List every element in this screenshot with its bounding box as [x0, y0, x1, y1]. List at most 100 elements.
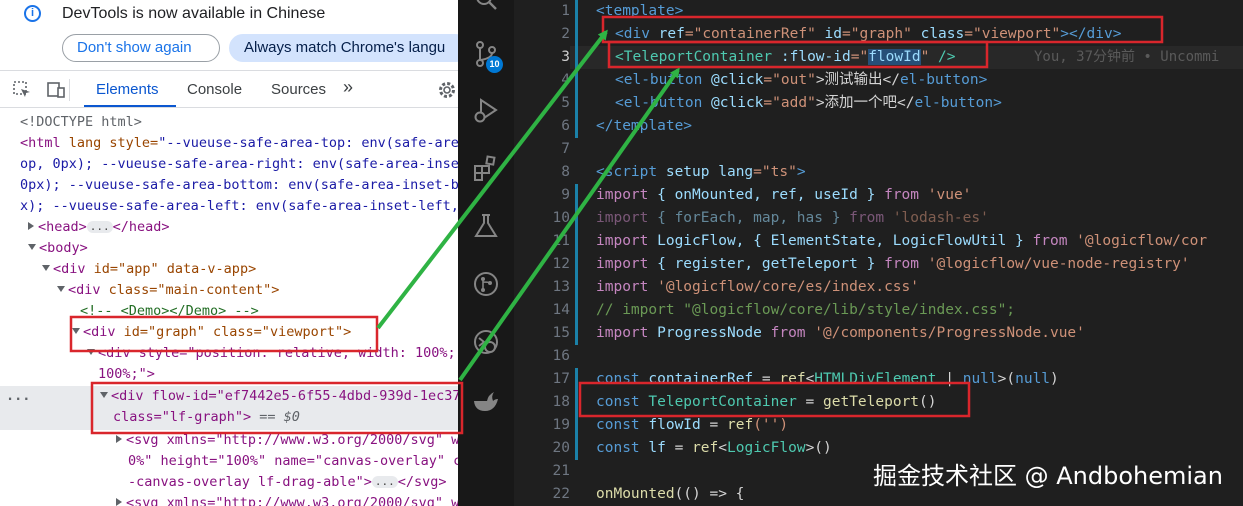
flow-div-node[interactable]: <div flow-id="ef7442e5-6f55-4dbd-939d-1e…	[100, 386, 458, 407]
collapse-triangle-icon[interactable]	[87, 349, 95, 355]
code-line-5: <el-button @click="add">添加一个吧</el-button…	[615, 95, 1002, 111]
flowid-highlight: flowId	[868, 49, 921, 65]
active-tab-indicator	[84, 105, 176, 107]
line-number: 17	[552, 371, 570, 387]
doctype-line: <!DOCTYPE html>	[20, 114, 142, 130]
line-number: 19	[552, 417, 570, 433]
html-node[interactable]: <html lang style="--vueuse-safe-area-top…	[20, 133, 458, 154]
remote-explorer-icon[interactable]	[472, 328, 500, 356]
activity-bar: 10	[458, 0, 514, 506]
line-number-gutter: 1 2 3 4 5 6 7 8 9 10 11 12 13 14 15 16 1…	[514, 0, 570, 506]
app-div-node[interactable]: <div id="app" data-v-app>	[42, 259, 256, 280]
line-number: 1	[561, 3, 570, 19]
git-graph-icon[interactable]	[472, 270, 500, 298]
line-number: 21	[552, 463, 570, 479]
git-modified-gutter	[575, 184, 578, 345]
code-line-14: // import "@logicflow/core/lib/style/ind…	[596, 302, 1016, 318]
code-line-6: </template>	[596, 118, 693, 134]
line-number: 4	[561, 72, 570, 88]
always-match-language-button[interactable]: Always match Chrome's langu	[229, 34, 458, 62]
inspect-element-icon[interactable]	[12, 80, 32, 100]
run-debug-icon[interactable]	[472, 96, 500, 124]
line-number: 8	[561, 164, 570, 180]
flow-div-line-2: class="lf-graph"> == $0	[113, 409, 300, 425]
collapse-triangle-icon[interactable]	[57, 286, 65, 292]
collapse-triangle-icon[interactable]	[28, 244, 36, 250]
ellipsis-badge: ...	[371, 476, 398, 488]
more-tabs-button[interactable]: »	[343, 78, 353, 96]
html-style-line-4: x); --vueuse-safe-area-left: env(safe-ar…	[20, 198, 458, 214]
head-node[interactable]: <head>... </head>	[28, 217, 170, 238]
node-menu-dots[interactable]: ...	[6, 386, 30, 407]
line-number: 18	[552, 394, 570, 410]
svg-overlay-line-2: 0%" height="100%" name="canvas-overlay" …	[128, 453, 458, 469]
graph-div-node[interactable]: <div id="graph" class="viewport">	[72, 322, 351, 343]
git-modified-gutter	[575, 368, 578, 460]
code-line-12: import { register, getTeleport } from '@…	[596, 256, 1190, 272]
collapse-triangle-icon[interactable]	[100, 392, 108, 398]
line-number: 16	[552, 348, 570, 364]
juejin-watermark: 掘金技术社区 @ Andbohemian	[873, 462, 1223, 490]
line-number: 5	[561, 95, 570, 111]
line-number: 3	[561, 49, 570, 65]
svg-overlay-node[interactable]: <svg xmlns="http://www.w3.org/2000/svg" …	[116, 430, 458, 451]
vscode-editor-window: 10 1 2 3 4 5 6 7 8 9 10 11 12 13 14 15 1…	[458, 0, 1243, 506]
line-number: 6	[561, 118, 570, 134]
line-number: 10	[552, 210, 570, 226]
dont-show-again-button[interactable]: Don't show again	[62, 34, 220, 62]
code-line-10: import { forEach, map, has } from 'lodas…	[596, 210, 989, 226]
expand-triangle-icon[interactable]	[116, 435, 122, 443]
comment-node: <!-- <Demo></Demo> -->	[80, 303, 259, 319]
code-line-18: const TeleportContainer = getTeleport()	[596, 394, 937, 410]
line-number: 15	[552, 325, 570, 341]
code-line-11: import LogicFlow, { ElementState, LogicF…	[596, 233, 1208, 249]
collapse-triangle-icon[interactable]	[42, 265, 50, 271]
html-style-line-2: op, 0px); --vueuse-safe-area-right: env(…	[20, 156, 458, 172]
testing-flask-icon[interactable]	[472, 212, 500, 240]
toolbar-divider	[69, 79, 70, 101]
line-number: 14	[552, 302, 570, 318]
code-line-1: <template>	[596, 3, 684, 19]
devtools-toolbar: Elements Console Sources »	[0, 70, 458, 108]
style-div-node[interactable]: <div style="position: relative; width: 1…	[87, 343, 456, 364]
ellipsis-badge: ...	[86, 221, 113, 233]
settings-gear-icon[interactable]	[437, 80, 457, 100]
elements-dom-tree: <!DOCTYPE html> <html lang style="--vueu…	[0, 110, 458, 506]
collapse-triangle-icon[interactable]	[72, 328, 80, 334]
line-number: 2	[561, 26, 570, 42]
code-line-20: const lf = ref<LogicFlow>()	[596, 440, 832, 456]
banner-message: DevTools is now available in Chinese	[62, 5, 326, 22]
info-icon: i	[24, 5, 41, 22]
code-line-22: onMounted(() => {	[596, 486, 745, 502]
line-number: 9	[561, 187, 570, 203]
search-icon[interactable]	[472, 0, 500, 14]
expand-triangle-icon[interactable]	[28, 222, 34, 230]
tab-elements[interactable]: Elements	[96, 81, 159, 99]
line-number: 7	[561, 141, 570, 157]
main-content-div-node[interactable]: <div class="main-content">	[57, 280, 279, 301]
svg-overlay-line-3: -canvas-overlay lf-drag-able">... </svg>	[128, 474, 447, 490]
device-toolbar-icon[interactable]	[46, 80, 66, 100]
code-line-8: <script setup lang="ts">	[596, 164, 806, 180]
code-editor[interactable]: <template> <div ref="containerRef" id="g…	[596, 0, 1243, 506]
body-node[interactable]: <body>	[28, 238, 88, 259]
extensions-icon[interactable]	[472, 154, 500, 182]
language-banner: i DevTools is now available in Chinese D…	[0, 0, 458, 68]
style-div-line-2: 100%;">	[98, 366, 155, 382]
expand-triangle-icon[interactable]	[116, 498, 122, 506]
code-line-4: <el-button @click="out">测试输出</el-button>	[615, 72, 988, 88]
git-blame-annotation: You, 37分钟前 • Uncommi	[1034, 49, 1220, 65]
code-line-2: <div ref="containerRef" id="graph" class…	[615, 26, 1122, 42]
code-line-17: const containerRef = ref<HTMLDivElement …	[596, 371, 1059, 387]
tab-console[interactable]: Console	[187, 81, 242, 99]
git-modified-gutter	[575, 0, 578, 138]
docker-whale-icon[interactable]	[472, 386, 500, 414]
code-line-9: import { onMounted, ref, useId } from 'v…	[596, 187, 972, 203]
line-number: 13	[552, 279, 570, 295]
line-number: 22	[552, 486, 570, 502]
line-number: 20	[552, 440, 570, 456]
source-control-badge: 10	[486, 56, 503, 73]
code-line-3: <TeleportContainer :flow-id="flowId" />	[615, 49, 956, 65]
tab-sources[interactable]: Sources	[271, 81, 326, 99]
line-number: 12	[552, 256, 570, 272]
